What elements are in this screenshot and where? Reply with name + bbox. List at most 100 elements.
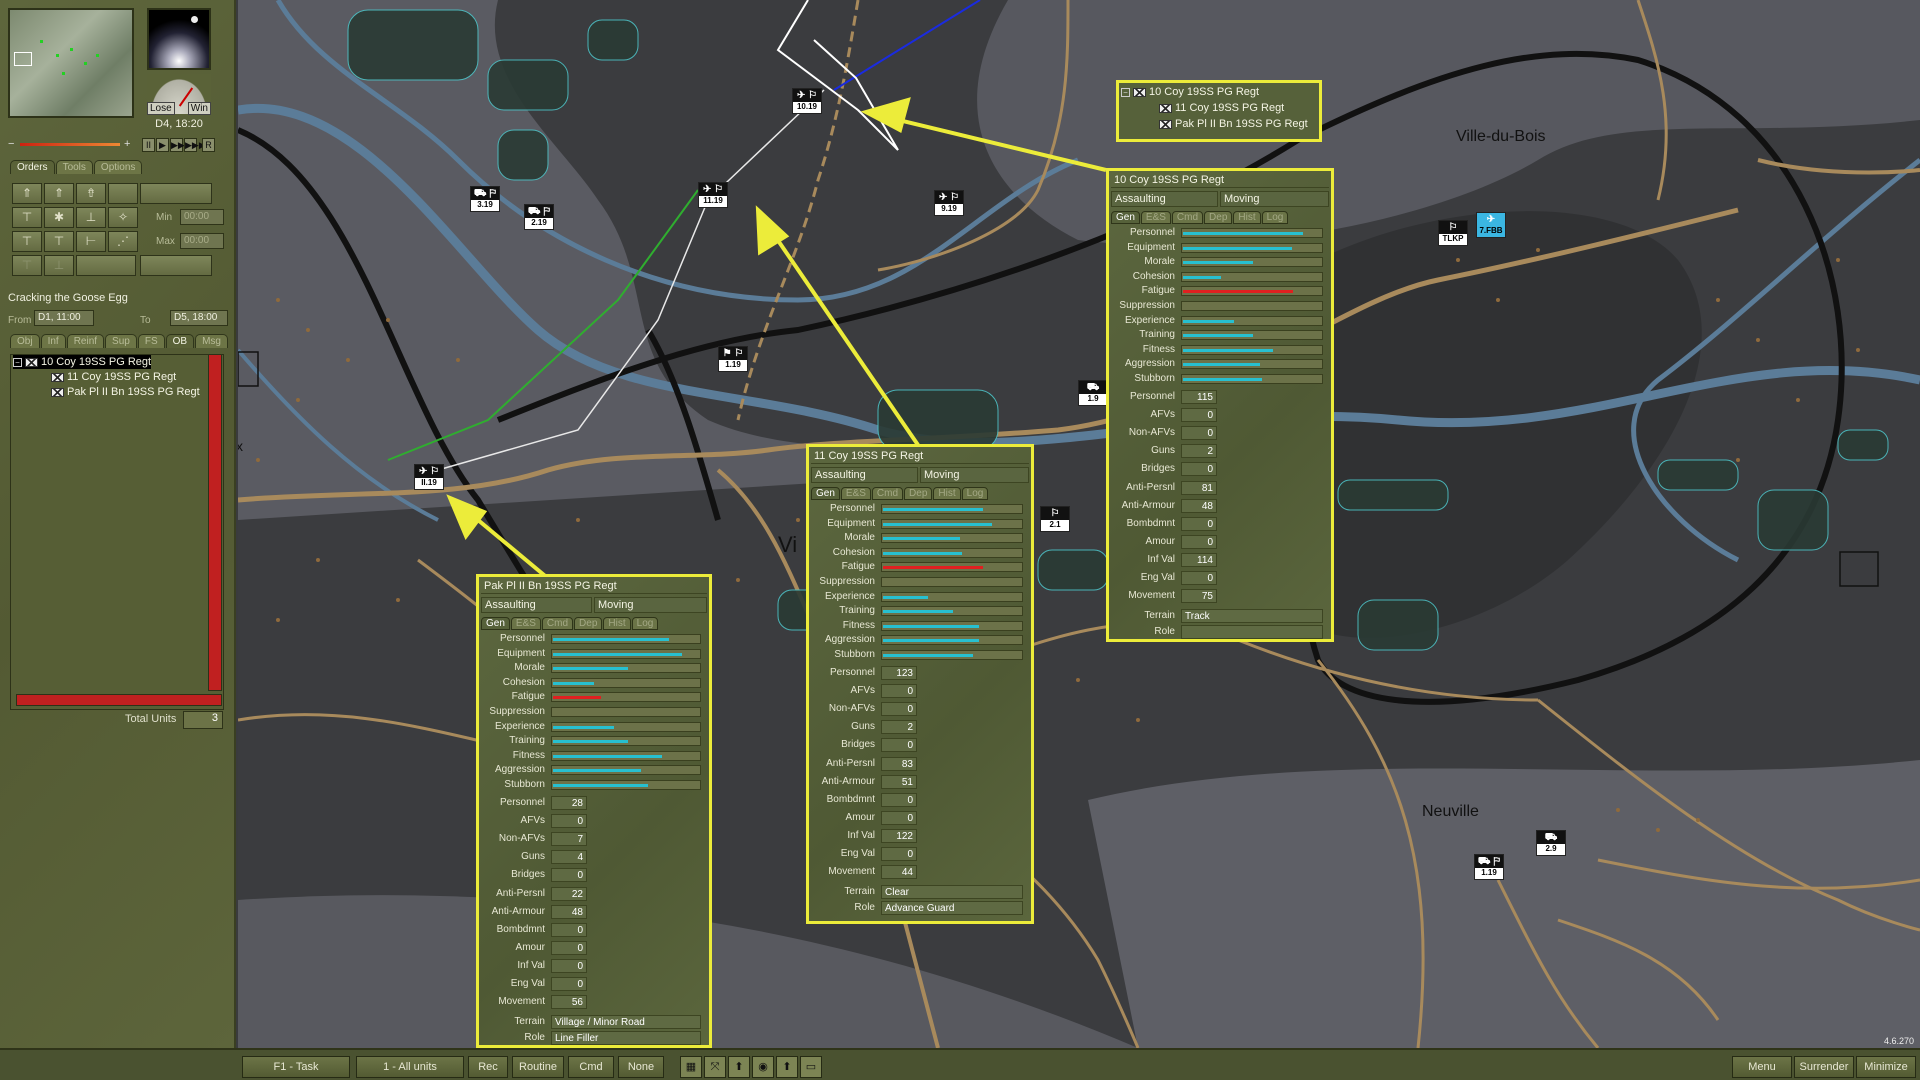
tree-horizontal-scrollbar[interactable] — [16, 694, 222, 706]
plus-icon[interactable]: + — [124, 138, 130, 150]
minimap-viewport[interactable] — [14, 52, 32, 66]
order-scatter-icon[interactable]: ⋰ — [108, 231, 138, 252]
unit-counter[interactable]: ⚐ TLKP — [1438, 220, 1468, 246]
tab-options[interactable]: Options — [93, 160, 143, 174]
popup-tree-item[interactable]: − 10 Coy 19SS PG Regt — [1121, 85, 1259, 99]
unit-panel-tab[interactable]: Cmd — [1171, 211, 1204, 224]
task-button[interactable]: F1 - Task — [242, 1056, 350, 1078]
order-attack-icon[interactable]: ✱ — [44, 207, 74, 228]
unit-panel-tab[interactable]: Gen — [811, 487, 840, 500]
order-dig-in-icon[interactable]: ⊥ — [76, 207, 106, 228]
unit-counter[interactable]: ⛟ 1.9 — [1078, 380, 1108, 406]
unit-panel-tab[interactable]: Cmd — [541, 617, 574, 630]
unit-panel-tab[interactable]: Hist — [603, 617, 631, 630]
flag-icon — [51, 387, 64, 397]
replay-button[interactable]: R — [202, 138, 215, 152]
order-move-icon[interactable]: ⇑ — [12, 183, 42, 204]
unit-label: II.19 — [421, 478, 437, 487]
unit-panel-tab[interactable]: Dep — [1204, 211, 1233, 224]
tab-ob[interactable]: OB — [165, 334, 195, 348]
rec-button[interactable]: Rec — [468, 1056, 508, 1078]
order-defend-icon[interactable]: ⊤ — [12, 207, 42, 228]
unit-panel-tab[interactable]: Hist — [933, 487, 961, 500]
tree-vertical-scrollbar[interactable] — [208, 354, 222, 691]
all-units-button[interactable]: 1 - All units — [356, 1056, 464, 1078]
tree-item[interactable]: − 10 Coy 19SS PG Regt — [13, 355, 152, 369]
tab-sup[interactable]: Sup — [105, 334, 137, 348]
unit-panel-tab[interactable]: Gen — [1111, 211, 1140, 224]
order-hold-icon[interactable]: ⊤ — [12, 231, 42, 252]
order-bombard-icon[interactable]: ✧ — [108, 207, 138, 228]
order-blank-icon[interactable] — [108, 183, 138, 204]
order-wide-button[interactable] — [140, 183, 212, 204]
unit-counter[interactable]: ⛟ 2.9 — [1536, 830, 1566, 856]
unit-panel-tab[interactable]: Log — [1261, 211, 1289, 224]
unit-panel-tab[interactable]: E&S — [1140, 211, 1171, 224]
surrender-button[interactable]: Surrender — [1794, 1056, 1854, 1078]
max-field[interactable]: 00:00 — [180, 233, 224, 249]
unit-panel-tab[interactable]: Log — [631, 617, 659, 630]
battle-map[interactable]: Ville-du-Bois Neuville Vi x ✈ ⚐ 10.19 ✈ ⚐… — [238, 0, 1920, 1048]
pause-button[interactable]: II — [142, 138, 155, 152]
unit-counter[interactable]: ✈ 7.FBB — [1476, 212, 1506, 238]
routine-button[interactable]: Routine — [512, 1056, 564, 1078]
hq-icon[interactable]: ⬆ — [776, 1056, 798, 1078]
tab-orders[interactable]: Orders — [10, 160, 55, 174]
unit-panel-tab[interactable]: E&S — [510, 617, 541, 630]
path-icon[interactable]: ⬆ — [728, 1056, 750, 1078]
order-disabled-1-icon[interactable]: ⊤ — [12, 255, 42, 276]
order-disabled-wide2-button[interactable] — [140, 255, 212, 276]
tab-obj[interactable]: Obj — [10, 334, 40, 348]
unit-panel-tab[interactable]: Gen — [481, 617, 510, 630]
map-icon[interactable]: ▭ — [800, 1056, 822, 1078]
speed-slider[interactable]: − + — [8, 138, 132, 150]
order-disabled-wide-button[interactable] — [76, 255, 136, 276]
grid-icon[interactable]: ▦ — [680, 1056, 702, 1078]
unit-counter[interactable]: ⚑ ⚐ 1.19 — [718, 346, 748, 372]
collapse-icon[interactable]: − — [13, 357, 22, 367]
unit-counter[interactable]: ⛟ ⚐ 3.19 — [470, 186, 500, 212]
none-button[interactable]: None — [618, 1056, 664, 1078]
collapse-icon[interactable]: − — [1121, 87, 1130, 97]
tab-msg[interactable]: Msg — [195, 334, 228, 348]
unit-counter[interactable]: ✈ ⚐ 9.19 — [934, 190, 964, 216]
order-advance-icon[interactable]: ⇮ — [76, 183, 106, 204]
arrows-icon[interactable]: ⤧ — [704, 1056, 726, 1078]
tab-tools[interactable]: Tools — [55, 160, 93, 174]
popup-tree-item[interactable]: 11 Coy 19SS PG Regt — [1159, 101, 1284, 115]
order-withdraw-icon[interactable]: ⊢ — [76, 231, 106, 252]
minimize-button[interactable]: Minimize — [1856, 1056, 1916, 1078]
tab-reinf[interactable]: Reinf — [66, 334, 105, 348]
unit-counter[interactable]: ⛟ ⚐ 2.19 — [524, 204, 554, 230]
cmd-button[interactable]: Cmd — [568, 1056, 614, 1078]
fast-button[interactable]: ▶▶ — [170, 138, 185, 152]
unit-panel-tab[interactable]: Cmd — [871, 487, 904, 500]
stat-bar-fill — [1183, 290, 1293, 294]
faster-button[interactable]: ▶▶▶ — [184, 138, 206, 152]
min-field[interactable]: 00:00 — [180, 209, 224, 225]
unit-counter[interactable]: ⚐ 2.1 — [1040, 506, 1070, 532]
unit-panel-tab[interactable]: E&S — [840, 487, 871, 500]
unit-counter[interactable]: ✈ ⚐ II.19 — [414, 464, 444, 490]
menu-button[interactable]: Menu — [1732, 1056, 1792, 1078]
speed-slider-track[interactable] — [20, 143, 120, 146]
unit-counter[interactable]: ✈ ⚐ 11.19 — [698, 182, 728, 208]
unit-panel-tab[interactable]: Dep — [574, 617, 603, 630]
unit-panel-tab[interactable]: Log — [961, 487, 989, 500]
minus-icon[interactable]: − — [8, 138, 14, 150]
unit-panel-tab[interactable]: Dep — [904, 487, 933, 500]
tab-fs[interactable]: FS — [137, 334, 165, 348]
tree-item[interactable]: Pak Pl II Bn 19SS PG Regt — [51, 385, 200, 399]
objective-icon[interactable]: ◉ — [752, 1056, 774, 1078]
tree-item[interactable]: 11 Coy 19SS PG Regt — [51, 370, 176, 384]
order-disabled-2-icon[interactable]: ⊥ — [44, 255, 74, 276]
order-fast-move-icon[interactable]: ⇑ — [44, 183, 74, 204]
minimap[interactable] — [8, 8, 134, 118]
unit-panel-tab[interactable]: Hist — [1233, 211, 1261, 224]
unit-counter[interactable]: ⛟ ⚐ 1.19 — [1474, 854, 1504, 880]
popup-tree-item[interactable]: Pak Pl II Bn 19SS PG Regt — [1159, 117, 1308, 131]
play-button[interactable]: ▶ — [156, 138, 169, 152]
order-secure-icon[interactable]: ⊤ — [44, 231, 74, 252]
tab-inf[interactable]: Inf — [40, 334, 66, 348]
unit-counter[interactable]: ✈ ⚐ 10.19 — [792, 88, 822, 114]
